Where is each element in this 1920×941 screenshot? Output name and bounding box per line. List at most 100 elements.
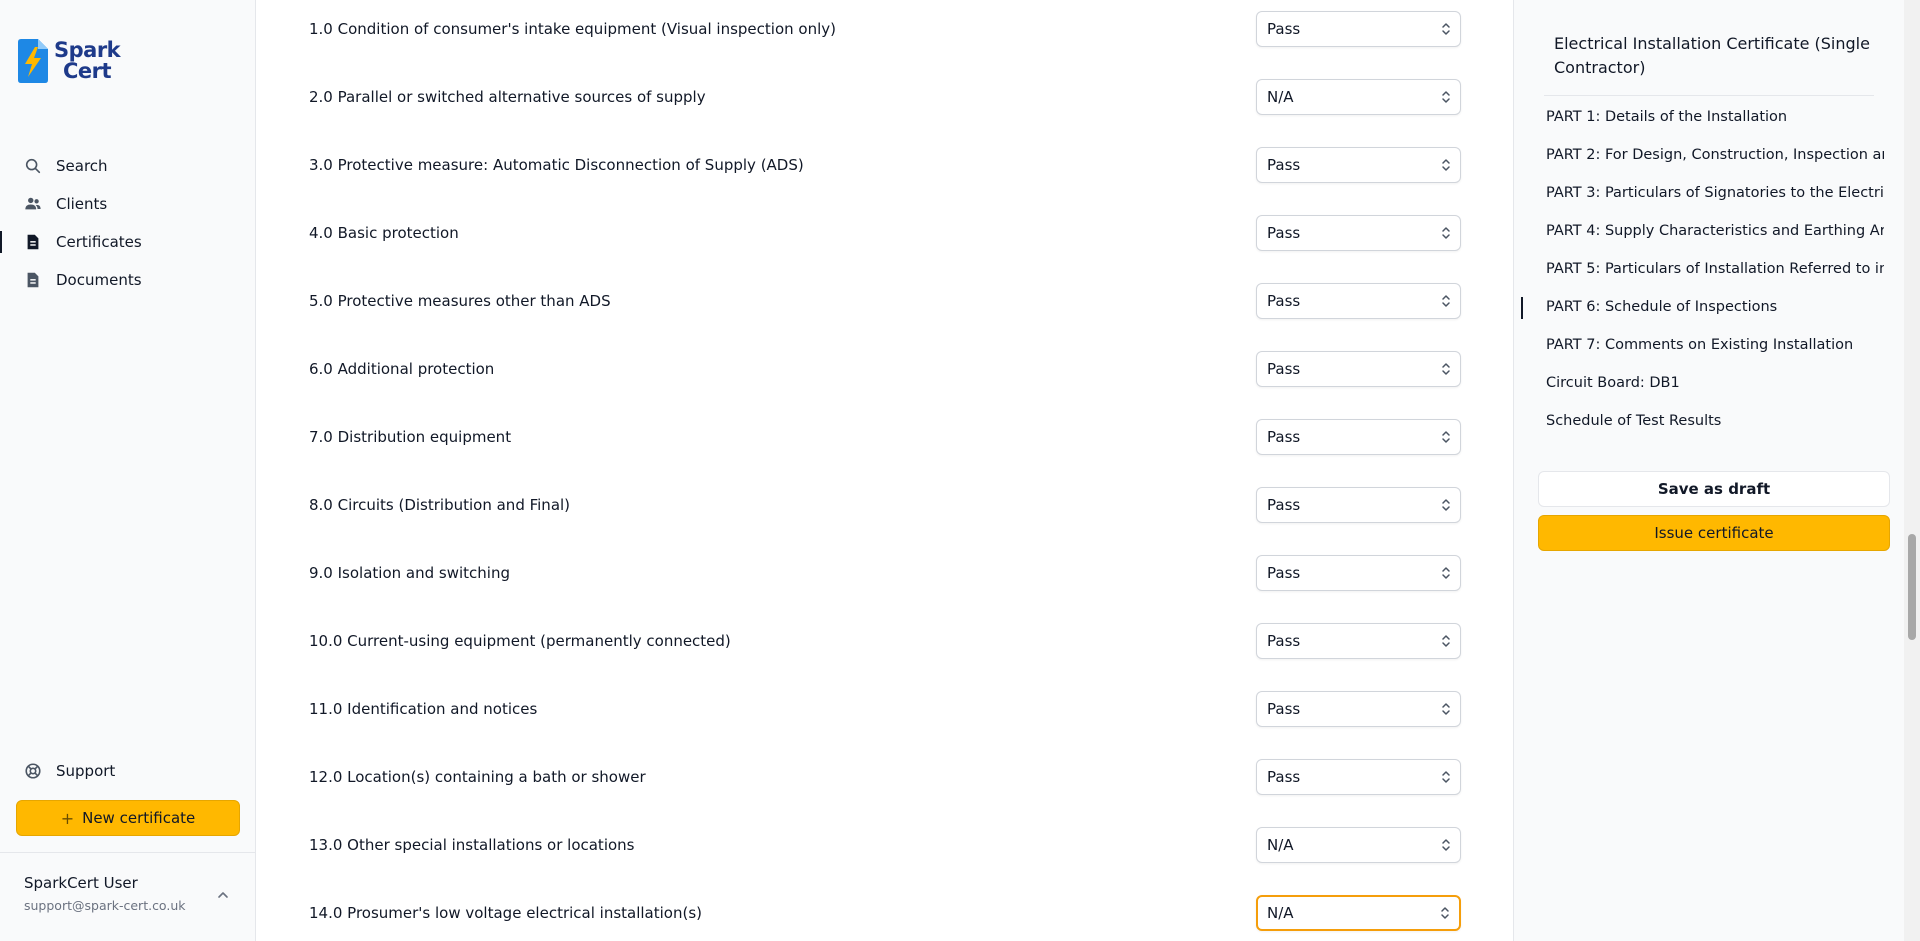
section-link-part-5[interactable]: PART 5: Particulars of Installation Refe… bbox=[1514, 250, 1884, 288]
nav-item-clients[interactable]: Clients bbox=[0, 185, 256, 223]
outcome-value: Pass bbox=[1267, 156, 1301, 174]
inspection-row: 3.0 Protective measure: Automatic Discon… bbox=[257, 136, 1461, 204]
inspection-label: 10.0 Current-using equipment (permanentl… bbox=[309, 632, 731, 650]
inspection-row: 6.0 Additional protection Pass bbox=[257, 340, 1461, 408]
sidebar: Spark Cert Search Clients Certificates D… bbox=[0, 0, 256, 941]
logo-line-2: Cert bbox=[63, 59, 112, 83]
nav-item-documents[interactable]: Documents bbox=[0, 261, 256, 299]
inspection-row: 7.0 Distribution equipment Pass bbox=[257, 408, 1461, 476]
inspection-label: 13.0 Other special installations or loca… bbox=[309, 836, 635, 854]
outcome-value: N/A bbox=[1267, 904, 1294, 922]
lifebuoy-icon bbox=[25, 763, 41, 779]
chevron-up-down-icon bbox=[1442, 839, 1450, 851]
inspection-row: 4.0 Basic protection Pass bbox=[257, 204, 1461, 272]
outcome-select[interactable]: Pass bbox=[1256, 691, 1461, 727]
outcome-select[interactable]: Pass bbox=[1256, 351, 1461, 387]
chevron-up-down-icon bbox=[1442, 159, 1450, 171]
chevron-up-down-icon bbox=[1442, 703, 1450, 715]
chevron-up-down-icon bbox=[1442, 431, 1450, 443]
chevron-up-down-icon bbox=[1442, 635, 1450, 647]
scrollbar-thumb[interactable] bbox=[1908, 534, 1916, 640]
section-link-part-2[interactable]: PART 2: For Design, Construction, Inspec… bbox=[1514, 136, 1884, 174]
new-certificate-button[interactable]: + New certificate bbox=[16, 800, 240, 836]
user-email: support@spark-cert.co.uk bbox=[24, 898, 186, 913]
user-menu[interactable]: SparkCert User support@spark-cert.co.uk bbox=[24, 874, 240, 913]
outcome-select[interactable]: Pass bbox=[1256, 487, 1461, 523]
outcome-value: Pass bbox=[1267, 564, 1301, 582]
chevron-up-down-icon bbox=[1442, 91, 1450, 103]
inspection-label: 11.0 Identification and notices bbox=[309, 700, 538, 718]
section-link-circuit-board[interactable]: Circuit Board: DB1 bbox=[1514, 364, 1884, 402]
nav-item-certificates[interactable]: Certificates bbox=[0, 223, 256, 261]
outcome-select[interactable]: N/A bbox=[1256, 79, 1461, 115]
outcome-value: N/A bbox=[1267, 88, 1294, 106]
inspection-row: 2.0 Parallel or switched alternative sou… bbox=[257, 68, 1461, 136]
certificate-outline-panel: Electrical Installation Certificate (Sin… bbox=[1514, 0, 1904, 941]
outcome-select[interactable]: N/A bbox=[1256, 895, 1461, 931]
issue-certificate-button[interactable]: Issue certificate bbox=[1538, 515, 1890, 551]
inspection-label: 2.0 Parallel or switched alternative sou… bbox=[309, 88, 706, 106]
outcome-value: Pass bbox=[1267, 292, 1301, 310]
spark-logo-icon bbox=[18, 39, 48, 83]
document-icon bbox=[27, 234, 39, 250]
inspection-row: 1.0 Condition of consumer's intake equip… bbox=[257, 0, 1461, 68]
schedule-of-inspections: 1.0 Condition of consumer's intake equip… bbox=[257, 0, 1513, 941]
section-link-test-results[interactable]: Schedule of Test Results bbox=[1514, 402, 1884, 440]
outcome-select[interactable]: N/A bbox=[1256, 827, 1461, 863]
certificate-title: Electrical Installation Certificate (Sin… bbox=[1554, 34, 1870, 77]
outcome-select[interactable]: Pass bbox=[1256, 759, 1461, 795]
outcome-value: Pass bbox=[1267, 496, 1301, 514]
inspection-label: 8.0 Circuits (Distribution and Final) bbox=[309, 496, 571, 514]
outcome-select[interactable]: Pass bbox=[1256, 283, 1461, 319]
inspection-row: 9.0 Isolation and switching Pass bbox=[257, 544, 1461, 612]
inspection-label: 12.0 Location(s) containing a bath or sh… bbox=[309, 768, 646, 786]
user-divider bbox=[0, 852, 256, 853]
nav-label-certificates: Certificates bbox=[56, 233, 142, 251]
outcome-select[interactable]: Pass bbox=[1256, 419, 1461, 455]
chevron-up-down-icon bbox=[1442, 23, 1450, 35]
outcome-value: Pass bbox=[1267, 224, 1301, 242]
chevron-up-down-icon bbox=[1442, 771, 1450, 783]
main-nav: Search Clients Certificates Documents bbox=[0, 147, 256, 299]
inspection-label: 1.0 Condition of consumer's intake equip… bbox=[309, 20, 836, 38]
logo[interactable]: Spark Cert bbox=[16, 38, 121, 84]
chevron-up-down-icon bbox=[1442, 295, 1450, 307]
inspection-row: 13.0 Other special installations or loca… bbox=[257, 816, 1461, 884]
save-draft-button[interactable]: Save as draft bbox=[1538, 471, 1890, 507]
inspection-label: 3.0 Protective measure: Automatic Discon… bbox=[309, 156, 804, 174]
new-certificate-label: New certificate bbox=[82, 809, 196, 827]
support-section: Support bbox=[0, 752, 256, 790]
outcome-select[interactable]: Pass bbox=[1256, 215, 1461, 251]
outcome-select[interactable]: Pass bbox=[1256, 11, 1461, 47]
section-link-part-3[interactable]: PART 3: Particulars of Signatories to th… bbox=[1514, 174, 1884, 212]
inspection-row: 14.0 Prosumer's low voltage electrical i… bbox=[257, 884, 1461, 941]
section-link-part-4[interactable]: PART 4: Supply Characteristics and Earth… bbox=[1514, 212, 1884, 250]
inspection-label: 4.0 Basic protection bbox=[309, 224, 459, 242]
nav-item-search[interactable]: Search bbox=[0, 147, 256, 185]
outcome-select[interactable]: Pass bbox=[1256, 555, 1461, 591]
nav-label-documents: Documents bbox=[56, 271, 142, 289]
inspection-label: 14.0 Prosumer's low voltage electrical i… bbox=[309, 904, 702, 922]
outcome-value: Pass bbox=[1267, 632, 1301, 650]
nav-item-support[interactable]: Support bbox=[0, 752, 256, 790]
section-link-part-6[interactable]: PART 6: Schedule of Inspections bbox=[1514, 288, 1884, 326]
section-link-part-7[interactable]: PART 7: Comments on Existing Installatio… bbox=[1514, 326, 1884, 364]
nav-label-clients: Clients bbox=[56, 195, 108, 213]
chevron-up-down-icon bbox=[1441, 907, 1449, 919]
chevron-up-down-icon bbox=[1442, 363, 1450, 375]
search-icon bbox=[25, 158, 41, 174]
outcome-select[interactable]: Pass bbox=[1256, 623, 1461, 659]
outcome-value: Pass bbox=[1267, 20, 1301, 38]
inspection-row: 11.0 Identification and notices Pass bbox=[257, 680, 1461, 748]
chevron-up-icon[interactable] bbox=[216, 888, 230, 902]
section-link-part-1[interactable]: PART 1: Details of the Installation bbox=[1514, 98, 1884, 136]
page-scrollbar[interactable] bbox=[1904, 0, 1920, 941]
chevron-up-down-icon bbox=[1442, 499, 1450, 511]
inspection-label: 5.0 Protective measures other than ADS bbox=[309, 292, 611, 310]
logo-wordmark: Spark Cert bbox=[54, 40, 121, 83]
outcome-value: Pass bbox=[1267, 768, 1301, 786]
panel-separator bbox=[1544, 95, 1874, 96]
outcome-value: Pass bbox=[1267, 700, 1301, 718]
outcome-select[interactable]: Pass bbox=[1256, 147, 1461, 183]
outcome-value: Pass bbox=[1267, 428, 1301, 446]
